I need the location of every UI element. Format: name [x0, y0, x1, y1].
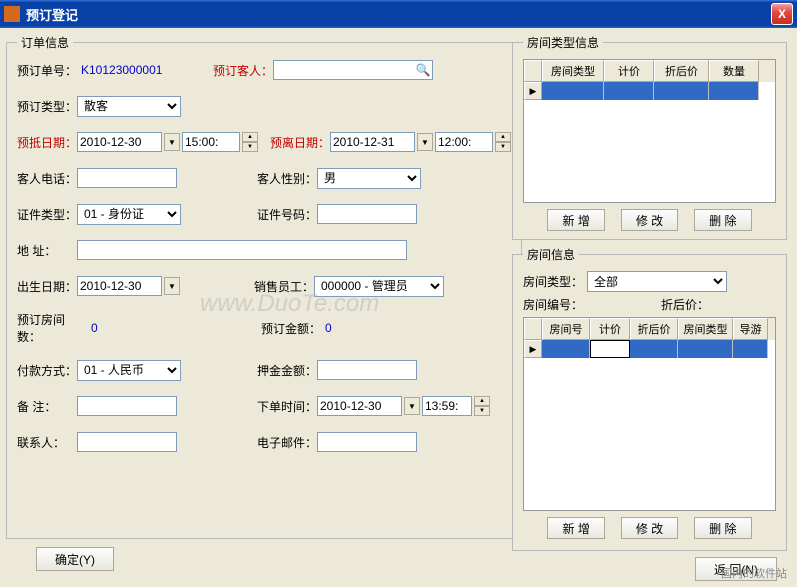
contact-label: 联系人：: [17, 434, 77, 451]
grid-corner: [524, 318, 542, 340]
departure-time-input[interactable]: [435, 132, 493, 152]
table-row[interactable]: ▶: [524, 340, 775, 358]
guest-gender-label: 客人性别：: [257, 170, 317, 187]
sales-staff-label: 销售员工：: [254, 278, 314, 295]
birth-date-input[interactable]: [77, 276, 162, 296]
birth-date-label: 出生日期：: [17, 278, 77, 295]
order-time-date-input[interactable]: [317, 396, 402, 416]
row-marker-icon: ▶: [524, 340, 542, 358]
room-delete-button[interactable]: 删 除: [694, 517, 751, 539]
guest-phone-input[interactable]: [77, 168, 177, 188]
email-input[interactable]: [317, 432, 417, 452]
room-type-delete-button[interactable]: 删 除: [694, 209, 751, 231]
contact-input[interactable]: [77, 432, 177, 452]
id-number-label: 证件号码：: [257, 206, 317, 223]
spinner-up-icon[interactable]: ▲: [474, 396, 490, 406]
remark-label: 备 注：: [17, 398, 77, 415]
deposit-label: 押金金额：: [257, 362, 317, 379]
room-info-legend: 房间信息: [523, 246, 579, 263]
departure-date-label: 预离日期：: [270, 134, 330, 151]
room-type-grid: 房间类型 计价 折后价 数量 ▶: [523, 59, 776, 203]
booking-amount-label: 预订金额：: [261, 320, 321, 337]
order-time-label: 下单时间：: [257, 398, 317, 415]
room-count-label: 预订房间数：: [17, 311, 87, 345]
col-room-type[interactable]: 房间类型: [542, 60, 604, 82]
col-guide[interactable]: 导游: [733, 318, 768, 340]
room-info-fieldset: 房间信息 房间类型： 全部 房间编号： 折后价： 房间号 计价 折后价 房间类型…: [512, 246, 787, 551]
col-qty[interactable]: 数量: [709, 60, 759, 82]
id-type-select[interactable]: 01 - 身份证: [77, 204, 181, 225]
room-type-edit-button[interactable]: 修 改: [621, 209, 678, 231]
payment-select[interactable]: 01 - 人民币: [77, 360, 181, 381]
window-title: 预订登记: [26, 5, 771, 24]
address-input[interactable]: [77, 240, 407, 260]
arrival-date-input[interactable]: [77, 132, 162, 152]
departure-date-input[interactable]: [330, 132, 415, 152]
arrival-date-label: 预抵日期：: [17, 134, 77, 151]
guest-label: 预订客人：: [213, 62, 273, 79]
room-type-filter-select[interactable]: 全部: [587, 271, 727, 292]
spinner-up-icon[interactable]: ▲: [242, 132, 258, 142]
close-button[interactable]: X: [771, 3, 793, 25]
grid-corner: [524, 60, 542, 82]
spinner-down-icon[interactable]: ▼: [474, 406, 490, 416]
booking-type-label: 预订类型：: [17, 98, 77, 115]
chevron-down-icon[interactable]: ▼: [417, 133, 433, 151]
search-icon[interactable]: 🔍: [414, 61, 432, 79]
room-type-legend: 房间类型信息: [523, 34, 603, 51]
chevron-down-icon[interactable]: ▼: [164, 133, 180, 151]
guest-input[interactable]: [274, 61, 414, 79]
spinner-down-icon[interactable]: ▼: [242, 142, 258, 152]
order-info-legend: 订单信息: [17, 34, 73, 51]
arrival-time-input[interactable]: [182, 132, 240, 152]
footer-watermark: 国内的软件站: [721, 565, 787, 581]
col-price[interactable]: 计价: [604, 60, 654, 82]
chevron-down-icon[interactable]: ▼: [404, 397, 420, 415]
spinner-down-icon[interactable]: ▼: [495, 142, 511, 152]
deposit-input[interactable]: [317, 360, 417, 380]
room-grid: 房间号 计价 折后价 房间类型 导游 ▶: [523, 317, 776, 511]
col-room-no[interactable]: 房间号: [542, 318, 590, 340]
room-type-info-fieldset: 房间类型信息 房间类型 计价 折后价 数量 ▶: [512, 34, 787, 240]
table-row[interactable]: ▶: [524, 82, 775, 100]
address-label: 地 址：: [17, 242, 77, 259]
room-no-filter-label: 房间编号：: [523, 296, 583, 313]
col-room-type2[interactable]: 房间类型: [678, 318, 733, 340]
confirm-button[interactable]: 确定(Y): [36, 547, 114, 571]
order-time-time-input[interactable]: [422, 396, 472, 416]
email-label: 电子邮件：: [257, 434, 317, 451]
row-marker-icon: ▶: [524, 82, 542, 100]
spinner-up-icon[interactable]: ▲: [495, 132, 511, 142]
booking-type-select[interactable]: 散客: [77, 96, 181, 117]
guest-search-wrap: 🔍: [273, 60, 433, 80]
sales-staff-select[interactable]: 000000 - 管理员: [314, 276, 444, 297]
order-no-label: 预订单号：: [17, 62, 77, 79]
col-price2[interactable]: 计价: [590, 318, 630, 340]
room-add-button[interactable]: 新 增: [547, 517, 604, 539]
chevron-down-icon[interactable]: ▼: [164, 277, 180, 295]
order-info-fieldset: 订单信息 预订单号： K10123000001 预订客人： 🔍 预订类型： 散客…: [6, 34, 522, 539]
app-icon: [4, 6, 20, 22]
id-type-label: 证件类型：: [17, 206, 77, 223]
room-edit-button[interactable]: 修 改: [621, 517, 678, 539]
guest-phone-label: 客人电话：: [17, 170, 77, 187]
titlebar: 预订登记 X: [0, 0, 797, 28]
order-no-value: K10123000001: [81, 63, 201, 77]
room-type-filter-label: 房间类型：: [523, 273, 583, 290]
col-discount[interactable]: 折后价: [654, 60, 709, 82]
booking-amount-value: 0: [325, 321, 332, 335]
room-count-value: 0: [91, 321, 201, 335]
id-number-input[interactable]: [317, 204, 417, 224]
discount-filter-label: 折后价：: [661, 296, 709, 313]
remark-input[interactable]: [77, 396, 177, 416]
payment-label: 付款方式：: [17, 362, 77, 379]
col-discount2[interactable]: 折后价: [630, 318, 678, 340]
room-type-add-button[interactable]: 新 增: [547, 209, 604, 231]
guest-gender-select[interactable]: 男: [317, 168, 421, 189]
